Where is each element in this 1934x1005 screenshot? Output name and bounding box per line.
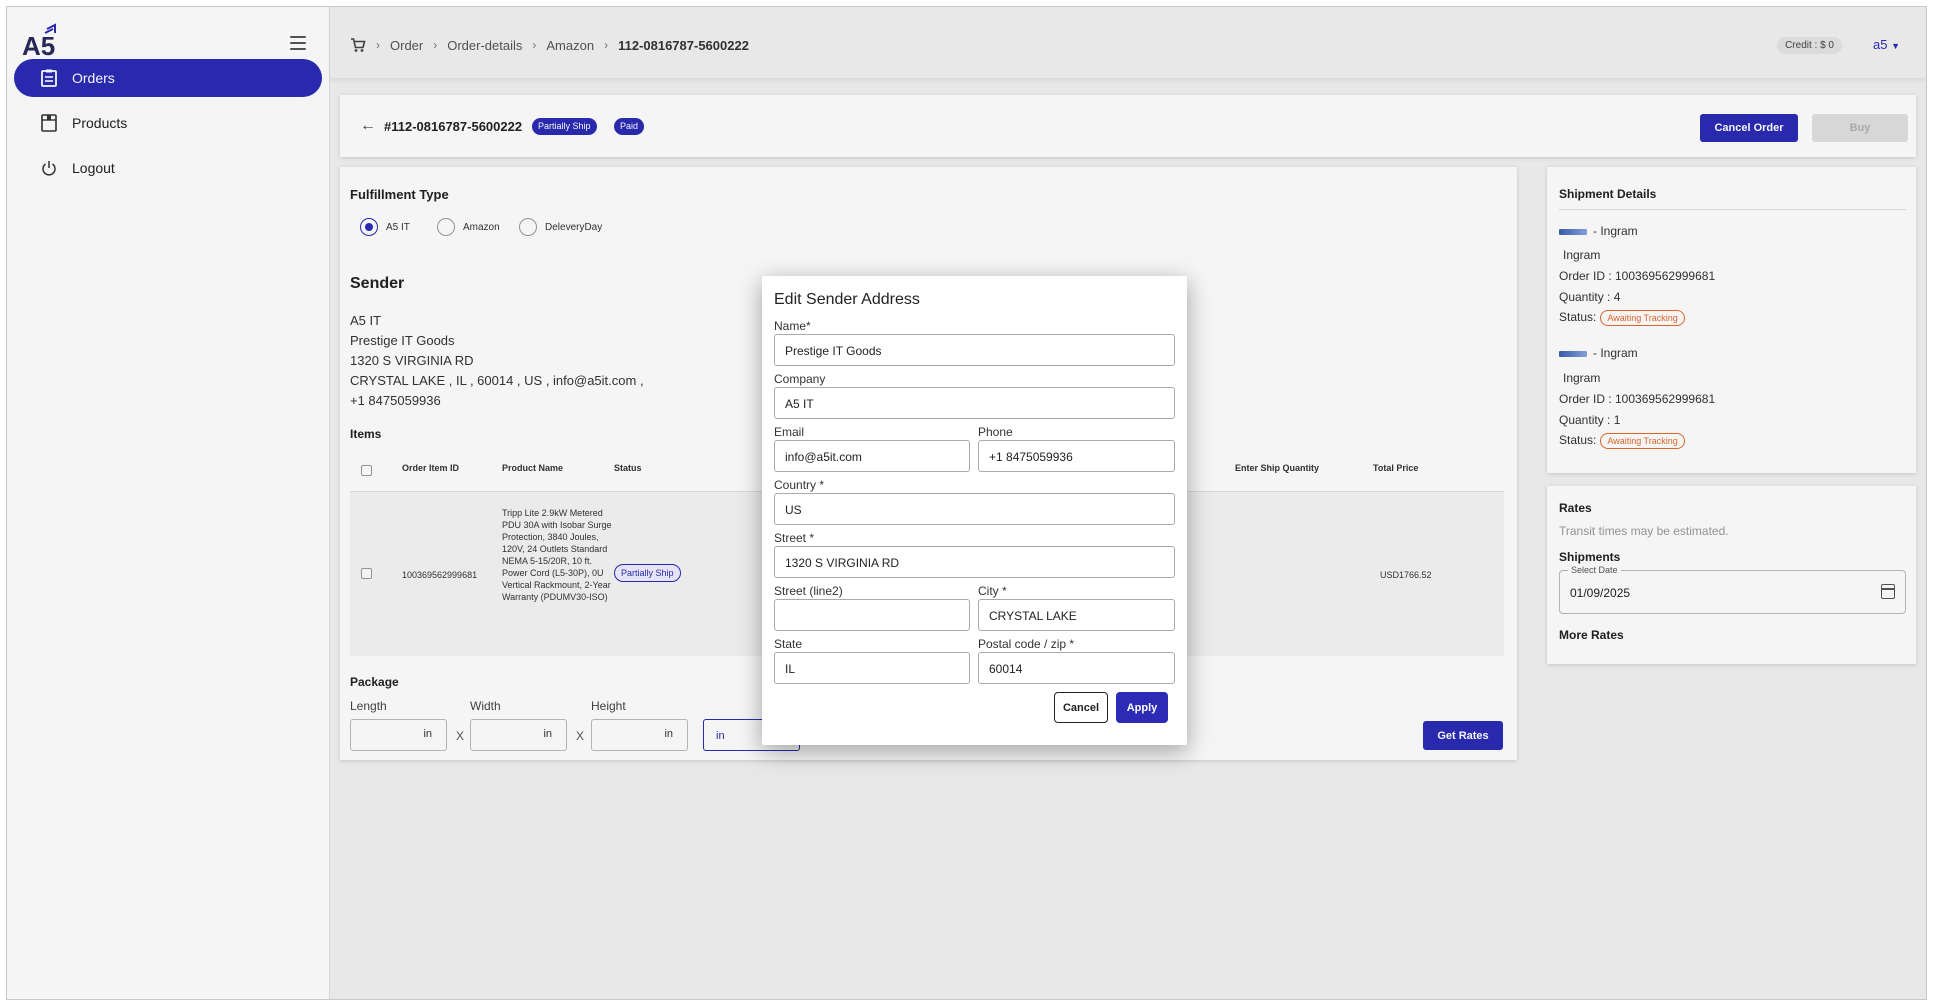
phone-field[interactable]: +1 8475059936: [978, 440, 1175, 472]
edit-sender-address-dialog: Edit Sender Address Name* Prestige IT Go…: [762, 276, 1187, 745]
app-frame: A5 Orders Products Logout › Order › Orde…: [6, 6, 1927, 1000]
company-label: Company: [774, 372, 826, 386]
street2-label: Street (line2): [774, 584, 843, 598]
cancel-button[interactable]: Cancel: [1054, 692, 1108, 723]
email-label: Email: [774, 425, 805, 439]
name-field[interactable]: Prestige IT Goods: [774, 334, 1175, 366]
dialog-title: Edit Sender Address: [774, 291, 920, 308]
company-field[interactable]: A5 IT: [774, 387, 1175, 419]
state-field[interactable]: IL: [774, 652, 970, 684]
street-label: Street *: [774, 531, 815, 545]
name-label: Name*: [774, 319, 811, 333]
state-label: State: [774, 637, 803, 651]
city-field[interactable]: CRYSTAL LAKE: [978, 599, 1175, 631]
postal-field[interactable]: 60014: [978, 652, 1175, 684]
country-label: Country *: [774, 478, 825, 492]
postal-label: Postal code / zip *: [978, 637, 1075, 651]
email-field[interactable]: info@a5it.com: [774, 440, 970, 472]
street2-field[interactable]: [774, 599, 970, 631]
country-field[interactable]: US: [774, 493, 1175, 525]
phone-label: Phone: [978, 425, 1013, 439]
street-field[interactable]: 1320 S VIRGINIA RD: [774, 546, 1175, 578]
apply-button[interactable]: Apply: [1116, 692, 1168, 723]
city-label: City *: [978, 584, 1007, 598]
